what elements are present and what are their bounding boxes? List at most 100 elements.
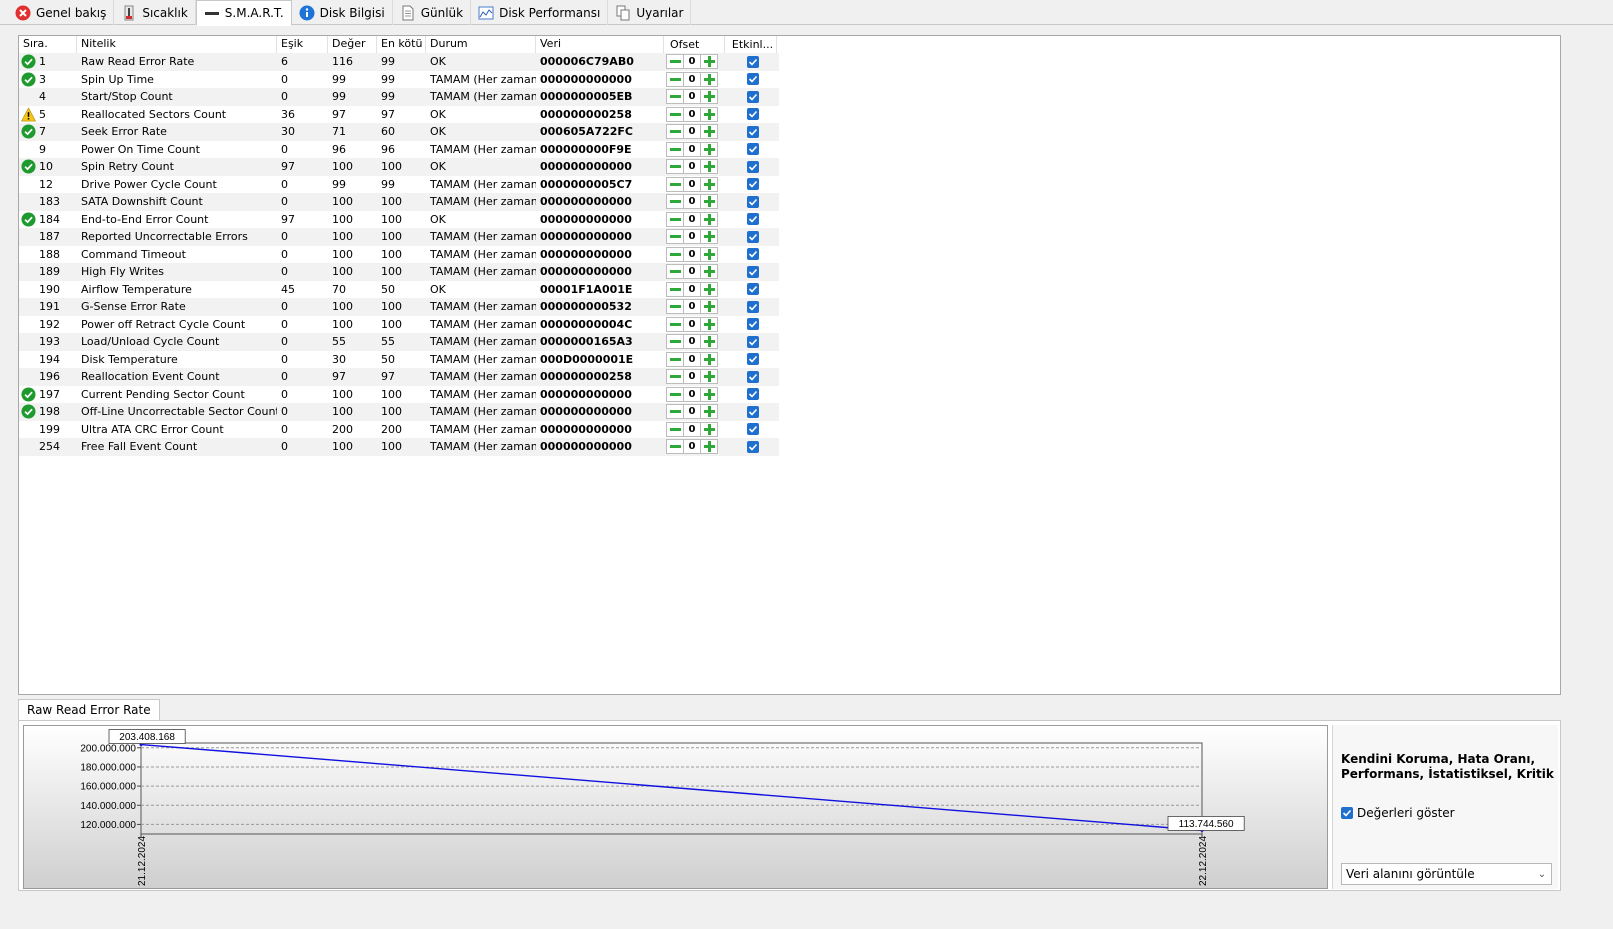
table-row[interactable]: 189 High Fly Writes 0 100 100 TAMAM (Her zama… bbox=[19, 263, 779, 281]
table-row[interactable]: 184 End-to-End Error Count 97 100 100 OK 00000… bbox=[19, 211, 779, 229]
minus-icon[interactable] bbox=[667, 195, 683, 208]
plus-icon[interactable] bbox=[701, 440, 717, 453]
checkbox-checked-icon[interactable] bbox=[1341, 807, 1353, 819]
enabled-checkbox[interactable] bbox=[747, 73, 759, 86]
offset-value[interactable]: 0 bbox=[683, 300, 701, 314]
enabled-checkbox[interactable] bbox=[747, 300, 759, 313]
table-row[interactable]: 254 Free Fall Event Count 0 100 100 TAMAM (He… bbox=[19, 438, 779, 456]
minus-icon[interactable] bbox=[667, 55, 683, 68]
minus-icon[interactable] bbox=[667, 423, 683, 436]
table-row[interactable]: 7 Seek Error Rate 30 71 60 OK 000605A722FC 0 bbox=[19, 123, 779, 141]
tab-disk-performance[interactable]: Disk Performansı bbox=[471, 0, 609, 25]
column-header-data[interactable]: Veri bbox=[536, 36, 664, 53]
data-field-select[interactable]: Veri alanını görüntüle ⌄ bbox=[1341, 863, 1552, 885]
column-header-offset[interactable]: Ofset bbox=[664, 36, 725, 53]
tab-smart[interactable]: S.M.A.R.T. bbox=[195, 0, 292, 26]
table-row[interactable]: 12 Drive Power Cycle Count 0 99 99 TAMAM (Her… bbox=[19, 176, 779, 194]
minus-icon[interactable] bbox=[667, 335, 683, 348]
enabled-checkbox[interactable] bbox=[747, 440, 759, 453]
offset-value[interactable]: 0 bbox=[683, 142, 701, 156]
offset-value[interactable]: 0 bbox=[683, 72, 701, 86]
enabled-checkbox[interactable] bbox=[747, 178, 759, 191]
enabled-checkbox[interactable] bbox=[747, 318, 759, 331]
plus-icon[interactable] bbox=[701, 388, 717, 401]
enabled-checkbox[interactable] bbox=[747, 125, 759, 138]
column-header-id[interactable]: Sıra. bbox=[19, 36, 77, 53]
table-row[interactable]: 197 Current Pending Sector Count 0 100 100 TA… bbox=[19, 386, 779, 404]
enabled-checkbox[interactable] bbox=[747, 213, 759, 226]
table-row[interactable]: 196 Reallocation Event Count 0 97 97 TAMAM (H… bbox=[19, 368, 779, 386]
enabled-checkbox[interactable] bbox=[747, 388, 759, 401]
minus-icon[interactable] bbox=[667, 108, 683, 121]
table-row[interactable]: 191 G-Sense Error Rate 0 100 100 TAMAM (Her z… bbox=[19, 298, 779, 316]
minus-icon[interactable] bbox=[667, 125, 683, 138]
offset-value[interactable]: 0 bbox=[683, 247, 701, 261]
offset-value[interactable]: 0 bbox=[683, 125, 701, 139]
offset-value[interactable]: 0 bbox=[683, 212, 701, 226]
table-row[interactable]: 9 Power On Time Count 0 96 96 TAMAM (Her zama… bbox=[19, 141, 779, 159]
plus-icon[interactable] bbox=[701, 125, 717, 138]
offset-value[interactable]: 0 bbox=[683, 370, 701, 384]
plus-icon[interactable] bbox=[701, 370, 717, 383]
offset-value[interactable]: 0 bbox=[683, 387, 701, 401]
show-values-checkbox[interactable]: Değerleri göster bbox=[1341, 806, 1455, 820]
enabled-checkbox[interactable] bbox=[747, 353, 759, 366]
enabled-checkbox[interactable] bbox=[747, 405, 759, 418]
table-row[interactable]: 3Spin Up Time09999TAMAM (Her zaman ...00… bbox=[19, 71, 779, 89]
table-row[interactable]: 193 Load/Unload Cycle Count 0 55 55 TAMAM (He… bbox=[19, 333, 779, 351]
enabled-checkbox[interactable] bbox=[747, 108, 759, 121]
column-header-name[interactable]: Nitelik bbox=[77, 36, 277, 53]
minus-icon[interactable] bbox=[667, 405, 683, 418]
plus-icon[interactable] bbox=[701, 73, 717, 86]
minus-icon[interactable] bbox=[667, 143, 683, 156]
plus-icon[interactable] bbox=[701, 283, 717, 296]
enabled-checkbox[interactable] bbox=[747, 423, 759, 436]
tab-log[interactable]: Günlük bbox=[393, 0, 472, 25]
table-row[interactable]: 190 Airflow Temperature 45 70 50 OK 00001F1A00… bbox=[19, 281, 779, 299]
table-row[interactable]: 199 Ultra ATA CRC Error Count 0 200 200 TAMAM… bbox=[19, 421, 779, 439]
plus-icon[interactable] bbox=[701, 248, 717, 261]
plus-icon[interactable] bbox=[701, 405, 717, 418]
plus-icon[interactable] bbox=[701, 423, 717, 436]
table-row[interactable]: 4 Start/Stop Count 0 99 99 TAMAM (Her zaman .… bbox=[19, 88, 779, 106]
table-row[interactable]: 194 Disk Temperature 0 30 50 TAMAM (Her zaman… bbox=[19, 351, 779, 369]
minus-icon[interactable] bbox=[667, 90, 683, 103]
column-header-threshold[interactable]: Eşik bbox=[277, 36, 328, 53]
tab-alerts[interactable]: Uyarılar bbox=[608, 0, 692, 25]
offset-value[interactable]: 0 bbox=[683, 195, 701, 209]
plus-icon[interactable] bbox=[701, 335, 717, 348]
offset-value[interactable]: 0 bbox=[683, 265, 701, 279]
offset-value[interactable]: 0 bbox=[683, 90, 701, 104]
column-header-worst[interactable]: En kötü bbox=[377, 36, 426, 53]
enabled-checkbox[interactable] bbox=[747, 55, 759, 68]
plus-icon[interactable] bbox=[701, 213, 717, 226]
table-row[interactable]: 1 Raw Read Error Rate 6 116 99 OK 000006C79AB0… bbox=[19, 53, 779, 71]
plus-icon[interactable] bbox=[701, 195, 717, 208]
offset-value[interactable]: 0 bbox=[683, 160, 701, 174]
table-row[interactable]: 187 Reported Uncorrectable Errors 0 100 100 T… bbox=[19, 228, 779, 246]
enabled-checkbox[interactable] bbox=[747, 230, 759, 243]
enabled-checkbox[interactable] bbox=[747, 370, 759, 383]
tab-attribute-chart[interactable]: Raw Read Error Rate bbox=[18, 699, 160, 721]
minus-icon[interactable] bbox=[667, 300, 683, 313]
column-header-status[interactable]: Durum bbox=[426, 36, 536, 53]
minus-icon[interactable] bbox=[667, 388, 683, 401]
plus-icon[interactable] bbox=[701, 318, 717, 331]
column-header-enabled[interactable]: Etkinl... bbox=[725, 36, 777, 53]
tab-disk-info[interactable]: Disk Bilgisi bbox=[292, 0, 393, 25]
table-row[interactable]: 183 SATA Downshift Count 0 100 100 TAMAM (Her… bbox=[19, 193, 779, 211]
table-row[interactable]: 198 Off-Line Uncorrectable Sector Count 0 1… bbox=[19, 403, 779, 421]
minus-icon[interactable] bbox=[667, 283, 683, 296]
offset-value[interactable]: 0 bbox=[683, 405, 701, 419]
minus-icon[interactable] bbox=[667, 213, 683, 226]
offset-value[interactable]: 0 bbox=[683, 352, 701, 366]
tab-overview[interactable]: Genel bakış bbox=[8, 0, 115, 25]
minus-icon[interactable] bbox=[667, 353, 683, 366]
minus-icon[interactable] bbox=[667, 370, 683, 383]
enabled-checkbox[interactable] bbox=[747, 160, 759, 173]
enabled-checkbox[interactable] bbox=[747, 248, 759, 261]
enabled-checkbox[interactable] bbox=[747, 335, 759, 348]
minus-icon[interactable] bbox=[667, 265, 683, 278]
plus-icon[interactable] bbox=[701, 300, 717, 313]
enabled-checkbox[interactable] bbox=[747, 143, 759, 156]
